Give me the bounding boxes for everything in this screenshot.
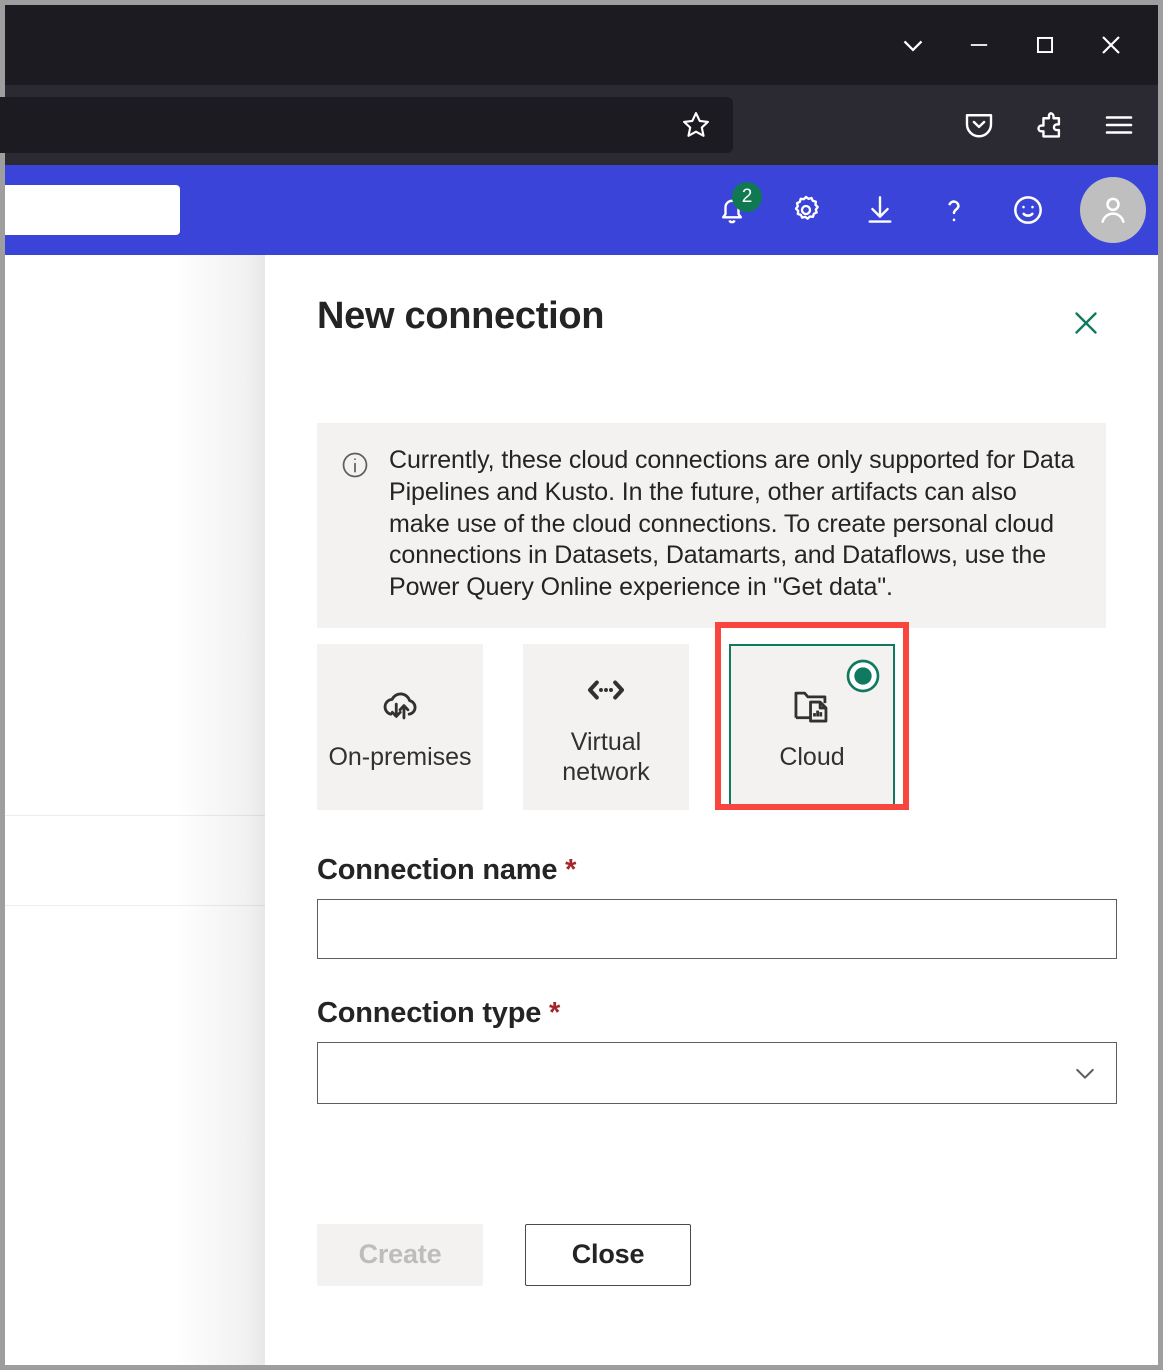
- panel-body: Currently, these cloud connections are o…: [265, 423, 1158, 1286]
- page-title: New connection: [317, 295, 604, 338]
- tile-cloud[interactable]: Cloud: [729, 644, 895, 810]
- minimize-button[interactable]: [946, 5, 1012, 85]
- close-icon: [1067, 304, 1105, 342]
- info-banner: Currently, these cloud connections are o…: [317, 423, 1106, 628]
- window-controls: [880, 5, 1144, 85]
- connection-type-label: Connection type *: [317, 997, 1106, 1030]
- tile-label: On-premises: [328, 743, 471, 773]
- help-icon: [935, 191, 973, 229]
- screenshot-root: er-bi: [0, 0, 1163, 1370]
- maximize-icon: [1032, 32, 1058, 58]
- close-panel-button[interactable]: [1064, 301, 1108, 345]
- close-icon: [1095, 29, 1127, 61]
- required-asterisk: *: [549, 997, 560, 1029]
- person-icon: [1093, 190, 1133, 230]
- settings-button[interactable]: [780, 184, 832, 236]
- connection-name-field: Connection name *: [317, 854, 1106, 959]
- pocket-icon: [961, 107, 997, 143]
- tile-virtual-network[interactable]: Virtual network: [523, 644, 689, 810]
- field-label-text: Connection type: [317, 997, 541, 1029]
- feedback-button[interactable]: [1002, 184, 1054, 236]
- app-content-background: New connection: [5, 255, 1158, 1365]
- address-bar[interactable]: er-bi: [0, 97, 733, 153]
- browser-titlebar: [5, 5, 1158, 85]
- required-asterisk: *: [565, 854, 576, 886]
- notifications-button[interactable]: 2: [706, 184, 758, 236]
- folder-report-icon: [787, 681, 837, 729]
- bookmark-star-button[interactable]: [673, 102, 719, 148]
- close-window-button[interactable]: [1078, 5, 1144, 85]
- angle-brackets-dots-icon: [581, 666, 631, 714]
- app-header-actions: 2: [706, 165, 1146, 255]
- connection-name-input[interactable]: [317, 899, 1117, 959]
- star-icon: [679, 108, 713, 142]
- create-button[interactable]: Create: [317, 1224, 483, 1286]
- panel-drop-shadow: [175, 255, 270, 1365]
- panel-header: New connection: [265, 255, 1158, 345]
- field-label-text: Connection name: [317, 854, 557, 886]
- app-menu-button[interactable]: [1090, 96, 1148, 154]
- notification-count-badge: 2: [732, 182, 762, 212]
- account-avatar[interactable]: [1080, 177, 1146, 243]
- tab-list-dropdown-button[interactable]: [880, 5, 946, 85]
- connection-type-field: Connection type *: [317, 997, 1106, 1104]
- connection-name-label: Connection name *: [317, 854, 1106, 887]
- tile-label: Cloud: [779, 743, 844, 773]
- settings-gear-icon: [786, 190, 826, 230]
- pocket-button[interactable]: [950, 96, 1008, 154]
- address-bar-text: er-bi: [0, 111, 673, 140]
- radio-selected-icon: [843, 656, 883, 696]
- chevron-down-icon: [1068, 1056, 1102, 1090]
- extensions-icon: [1031, 107, 1067, 143]
- browser-toolbar-icons: [950, 85, 1148, 165]
- background-divider: [5, 815, 275, 816]
- connection-type-select[interactable]: [317, 1042, 1117, 1104]
- extensions-button[interactable]: [1020, 96, 1078, 154]
- download-button[interactable]: [854, 184, 906, 236]
- web-app-viewport: 2: [5, 165, 1158, 1365]
- new-connection-panel: New connection: [265, 255, 1158, 1365]
- tile-selected-radio[interactable]: [843, 656, 883, 696]
- download-icon: [861, 191, 899, 229]
- info-banner-text: Currently, these cloud connections are o…: [389, 445, 1082, 604]
- panel-footer-actions: Create Close: [317, 1224, 1106, 1286]
- maximize-button[interactable]: [1012, 5, 1078, 85]
- info-icon: [339, 449, 371, 604]
- close-button[interactable]: Close: [525, 1224, 691, 1286]
- background-divider: [5, 905, 275, 906]
- info-circle-icon: [339, 449, 371, 481]
- tile-label: Virtual network: [525, 728, 687, 787]
- chevron-down-icon: [896, 28, 930, 62]
- hamburger-menu-icon: [1101, 107, 1137, 143]
- browser-navbar: er-bi: [5, 85, 1158, 165]
- minimize-icon: [965, 31, 993, 59]
- tile-on-premises[interactable]: On-premises: [317, 644, 483, 810]
- help-button[interactable]: [928, 184, 980, 236]
- connection-kind-tiles: On-premises: [317, 644, 1106, 810]
- app-header: 2: [5, 165, 1158, 255]
- app-search-box[interactable]: [5, 185, 180, 235]
- feedback-smiley-icon: [1008, 190, 1048, 230]
- cloud-sync-icon: [375, 681, 425, 729]
